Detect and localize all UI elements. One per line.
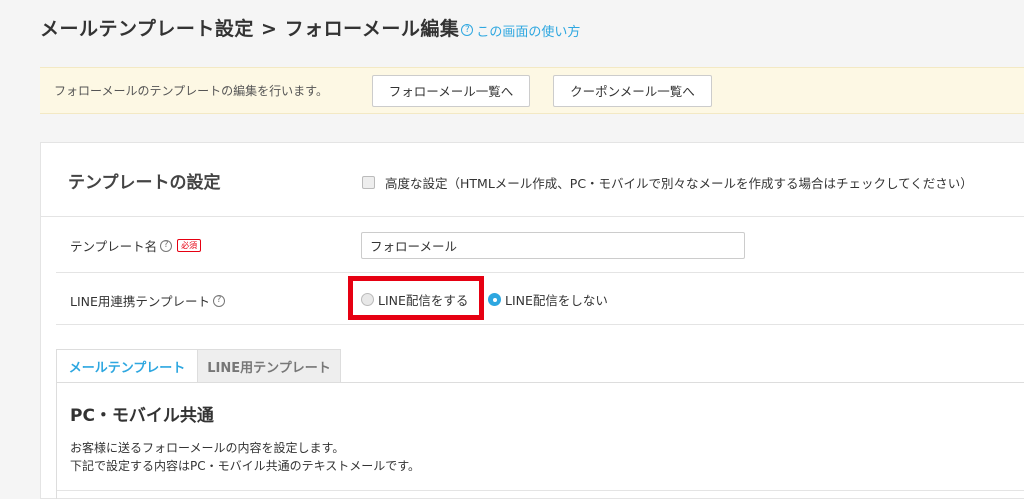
template-name-input[interactable] bbox=[361, 232, 745, 259]
page-title: メールテンプレート設定 > フォローメール編集 bbox=[40, 17, 460, 40]
notice-bar: フォローメールのテンプレートの編集を行います。 フォローメール一覧へ クーポンメ… bbox=[40, 67, 1024, 114]
line-nosend-label: LINE配信をしない bbox=[505, 293, 608, 308]
question-circle-icon: ? bbox=[461, 24, 474, 36]
line-template-row: LINE用連携テンプレート ? LINE配信をする LINE配信をしない bbox=[56, 273, 1024, 325]
divider bbox=[57, 490, 1024, 491]
line-send-radio[interactable] bbox=[361, 293, 374, 306]
required-badge: 必須 bbox=[177, 239, 202, 252]
help-link-label: この画面の使い方 bbox=[476, 24, 581, 40]
tab-mail-template[interactable]: メールテンプレート bbox=[56, 349, 198, 383]
page-header: メールテンプレート設定 > フォローメール編集 ? この画面の使い方 bbox=[40, 10, 580, 44]
template-settings-panel: テンプレートの設定 高度な設定（HTMLメール作成、PC・モバイルで別々なメール… bbox=[40, 142, 1024, 499]
line-send-option[interactable]: LINE配信をする bbox=[361, 290, 468, 309]
advanced-settings-option[interactable]: 高度な設定（HTMLメール作成、PC・モバイルで別々なメールを作成する場合はチェ… bbox=[362, 173, 973, 192]
panel-title: テンプレートの設定 bbox=[68, 173, 221, 193]
help-link[interactable]: ? この画面の使い方 bbox=[461, 21, 580, 40]
line-template-label-text: LINE用連携テンプレート bbox=[70, 294, 211, 309]
panel-header: テンプレートの設定 高度な設定（HTMLメール作成、PC・モバイルで別々なメール… bbox=[41, 143, 1024, 217]
line-template-label: LINE用連携テンプレート ? bbox=[70, 291, 228, 310]
template-name-label: テンプレート名 ? 必須 bbox=[70, 236, 202, 255]
template-name-label-text: テンプレート名 bbox=[70, 239, 158, 254]
template-name-row: テンプレート名 ? 必須 bbox=[56, 217, 1024, 273]
notice-text: フォローメールのテンプレートの編集を行います。 bbox=[54, 84, 328, 98]
template-tabs: メールテンプレート LINE用テンプレート bbox=[56, 349, 341, 383]
question-circle-icon[interactable]: ? bbox=[160, 239, 173, 252]
section-description: お客様に送るフォローメールの内容を設定します。 下記で設定する内容はPC・モバイ… bbox=[70, 439, 420, 475]
coupon-mail-list-button[interactable]: クーポンメール一覧へ bbox=[553, 74, 712, 107]
section-title: PC・モバイル共通 bbox=[70, 406, 214, 426]
line-nosend-radio[interactable] bbox=[488, 293, 501, 306]
description-line-2: 下記で設定する内容はPC・モバイル共通のテキストメールです。 bbox=[70, 459, 421, 473]
line-nosend-option[interactable]: LINE配信をしない bbox=[488, 290, 608, 309]
description-line-1: お客様に送るフォローメールの内容を設定します。 bbox=[70, 441, 345, 455]
advanced-settings-label: 高度な設定（HTMLメール作成、PC・モバイルで別々なメールを作成する場合はチェ… bbox=[385, 176, 973, 191]
follow-mail-list-button[interactable]: フォローメール一覧へ bbox=[372, 74, 530, 107]
line-send-label: LINE配信をする bbox=[378, 293, 469, 308]
tab-content: PC・モバイル共通 お客様に送るフォローメールの内容を設定します。 下記で設定す… bbox=[56, 382, 1024, 499]
question-circle-icon[interactable]: ? bbox=[213, 294, 226, 307]
tab-line-template[interactable]: LINE用テンプレート bbox=[198, 349, 341, 383]
advanced-settings-checkbox[interactable] bbox=[362, 176, 375, 189]
